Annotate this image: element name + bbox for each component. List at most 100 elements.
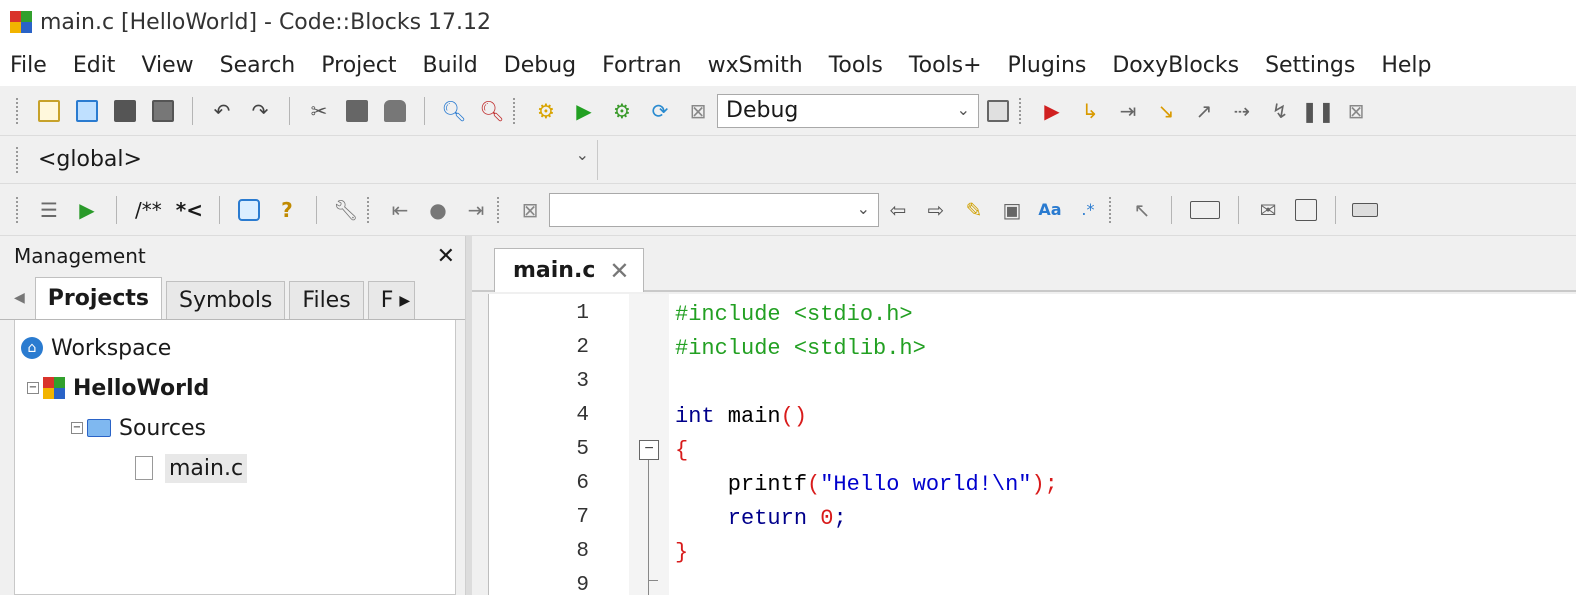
menu-settings[interactable]: Settings <box>1265 53 1355 78</box>
project-icon <box>43 377 65 399</box>
regex-icon[interactable]: .* <box>1075 197 1101 223</box>
block-comment-button[interactable]: /** <box>135 198 162 222</box>
menu-view[interactable]: View <box>141 53 193 78</box>
run-icon[interactable]: ▶ <box>571 98 597 124</box>
jump-forward-icon[interactable]: ⇥ <box>463 197 489 223</box>
jump-back-icon[interactable]: ⇤ <box>387 197 413 223</box>
collapse-toggle-icon[interactable]: − <box>71 422 83 434</box>
tree-label-workspace: Workspace <box>51 335 172 361</box>
tree-item-project[interactable]: − HelloWorld <box>15 368 455 408</box>
menu-tools[interactable]: Tools <box>829 53 883 78</box>
build-and-run-icon[interactable]: ⚙ <box>609 98 635 124</box>
build-target-select[interactable]: Debug ⌄ <box>717 93 979 128</box>
paste-icon[interactable] <box>382 98 408 124</box>
tree-item-workspace[interactable]: ⌂ Workspace <box>15 328 455 368</box>
replace-icon[interactable]: 🔍︎ <box>479 98 505 124</box>
tree-item-sources[interactable]: − Sources <box>15 408 455 448</box>
pause-icon[interactable]: ❚❚ <box>1301 98 1335 124</box>
redo-icon[interactable]: ↷ <box>247 98 273 124</box>
save-all-icon[interactable] <box>150 98 176 124</box>
abort-icon[interactable]: ⊠ <box>685 98 711 124</box>
code-line-2: #include <stdlib.h> <box>675 336 926 361</box>
scope-value: <global> <box>38 147 142 172</box>
line-comment-button[interactable]: *< <box>176 198 203 222</box>
build-gear-icon[interactable]: ⚙ <box>533 98 559 124</box>
highlight-icon[interactable]: ✎ <box>961 197 987 223</box>
envelope-icon[interactable]: ✉ <box>1255 197 1281 223</box>
cut-icon[interactable]: ✂ <box>306 98 332 124</box>
run-to-cursor-icon[interactable]: ↳ <box>1077 98 1103 124</box>
tab-fsymbols[interactable]: F ▶ <box>367 281 416 319</box>
stop-debug-icon[interactable]: ⊠ <box>1343 98 1369 124</box>
scope-select[interactable]: <global> ⌄ <box>30 139 598 180</box>
match-case-icon[interactable]: Aa <box>1037 197 1063 223</box>
menu-help[interactable]: Help <box>1381 53 1431 78</box>
fold-margin: − <box>629 294 669 595</box>
tab-scroll-left-icon[interactable]: ◀ <box>14 290 25 306</box>
search-prev-icon[interactable]: ⇦ <box>885 197 911 223</box>
fold-toggle-icon[interactable]: − <box>639 440 659 460</box>
tab-symbols[interactable]: Symbols <box>165 281 286 319</box>
image-box-icon[interactable] <box>1293 197 1319 223</box>
code-line-6: printf("Hello world!\n"); <box>675 472 1058 497</box>
rebuild-icon[interactable]: ⟳ <box>647 98 673 124</box>
rectangle-shape-icon[interactable] <box>1188 197 1222 223</box>
extract-docs-icon[interactable]: ▶ <box>74 197 100 223</box>
menu-debug[interactable]: Debug <box>504 53 576 78</box>
menu-search[interactable]: Search <box>220 53 296 78</box>
toolbar-grip[interactable] <box>16 97 20 124</box>
panel-icon[interactable] <box>1351 197 1378 223</box>
menu-plugins[interactable]: Plugins <box>1008 53 1087 78</box>
toolbar-grip[interactable] <box>16 196 20 223</box>
codeblocks-logo-icon <box>10 11 32 33</box>
tree-item-file[interactable]: main.c <box>15 448 455 488</box>
html-docs-icon[interactable] <box>236 197 262 223</box>
close-icon[interactable]: ✕ <box>437 244 455 269</box>
tab-scroll-right-icon[interactable]: ▶ <box>399 293 410 309</box>
chm-help-icon[interactable]: ? <box>274 197 300 223</box>
undo-icon[interactable]: ↶ <box>209 98 235 124</box>
selected-text-only-icon[interactable]: ▣ <box>999 197 1025 223</box>
next-instruction-icon[interactable]: ⇢ <box>1229 98 1255 124</box>
menu-build[interactable]: Build <box>423 53 478 78</box>
menu-wxsmith[interactable]: wxSmith <box>708 53 803 78</box>
editor-tab-main-c[interactable]: main.c ✕ <box>494 248 644 292</box>
save-icon[interactable] <box>112 98 138 124</box>
next-line-icon[interactable]: ⇥ <box>1115 98 1141 124</box>
toolbar-grip[interactable] <box>16 146 20 173</box>
clear-search-icon[interactable]: ⊠ <box>517 197 543 223</box>
chevron-down-icon: ⌄ <box>856 198 870 218</box>
menu-file[interactable]: File <box>10 53 47 78</box>
incremental-search-input[interactable]: ⌄ <box>548 192 879 227</box>
doxywizard-icon[interactable]: ☰ <box>36 197 62 223</box>
step-instruction-icon[interactable]: ↯ <box>1267 98 1293 124</box>
menu-doxyblocks[interactable]: DoxyBlocks <box>1112 53 1239 78</box>
file-icon <box>135 456 153 480</box>
step-out-icon[interactable]: ↗ <box>1191 98 1217 124</box>
step-into-icon[interactable]: ↘ <box>1153 98 1179 124</box>
build-options-icon[interactable] <box>985 98 1011 124</box>
copy-icon[interactable] <box>344 98 370 124</box>
menu-tools-plus[interactable]: Tools+ <box>909 53 982 78</box>
close-icon[interactable]: ✕ <box>609 257 629 285</box>
search-next-icon[interactable]: ⇨ <box>923 197 949 223</box>
open-folder-icon[interactable] <box>74 98 100 124</box>
new-file-icon[interactable] <box>36 98 62 124</box>
collapse-toggle-icon[interactable]: − <box>27 382 39 394</box>
wrench-icon[interactable]: 🔧︎ <box>333 197 359 223</box>
keyword-int: int <box>675 404 715 429</box>
paren-close: ); <box>1031 472 1058 497</box>
paren-open: ( <box>807 472 821 497</box>
select-pointer-icon[interactable]: ↖ <box>1129 197 1155 223</box>
code-editor[interactable]: 1 2 3 4 5 6 7 8 9 − #include <stdio.h> #… <box>488 294 1576 595</box>
tab-files[interactable]: Files <box>289 281 364 319</box>
find-icon[interactable]: 🔍︎ <box>441 98 467 124</box>
menu-fortran[interactable]: Fortran <box>602 53 681 78</box>
project-tree: ⌂ Workspace − HelloWorld − Sources main.… <box>14 320 456 595</box>
debug-start-icon[interactable]: ▶ <box>1039 98 1065 124</box>
menu-edit[interactable]: Edit <box>73 53 116 78</box>
bookmark-dot-icon[interactable]: ● <box>425 197 451 223</box>
menu-project[interactable]: Project <box>321 53 396 78</box>
tab-projects[interactable]: Projects <box>34 277 162 319</box>
code-line-1: #include <stdio.h> <box>675 302 913 327</box>
